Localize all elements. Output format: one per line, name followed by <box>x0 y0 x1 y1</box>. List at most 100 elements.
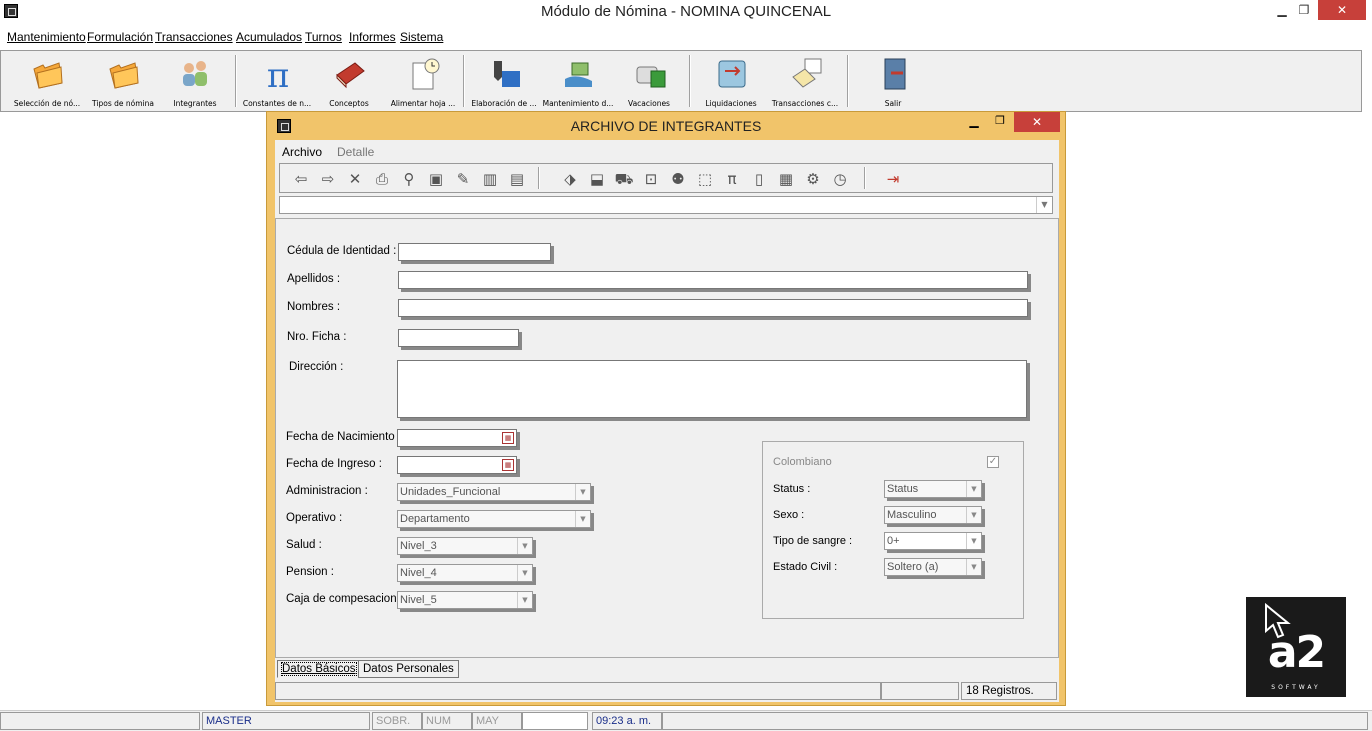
child-maximize-button[interactable]: ❐ <box>990 114 1010 127</box>
print-icon[interactable]: ⎙ <box>371 168 393 190</box>
toolbar-salir[interactable]: Salir <box>857 55 929 111</box>
toolbar-alimentar-hoja[interactable]: Alimentar hoja ... <box>387 55 459 111</box>
status-select[interactable]: Status ▼ <box>884 480 982 498</box>
toolbar-transacciones-c[interactable]: Transacciones c... <box>769 55 841 111</box>
status-panel <box>881 682 959 700</box>
record-combobox[interactable]: ▼ <box>279 196 1053 214</box>
chevron-down-icon[interactable]: ▼ <box>966 481 981 497</box>
edit-icon[interactable]: ✎ <box>452 168 474 190</box>
pi-icon: π <box>267 57 289 91</box>
money-hand-icon <box>565 62 592 87</box>
close-button[interactable]: ✕ <box>1318 0 1366 20</box>
caja-value: Nivel_5 <box>400 594 437 606</box>
administracion-select[interactable]: Unidades_Funcional ▼ <box>397 483 591 501</box>
menu-formulacion[interactable]: Formulación <box>87 30 153 44</box>
doc-clock-icon[interactable]: ◷ <box>829 168 851 190</box>
apellidos-label: Apellidos : <box>287 273 341 285</box>
sexo-value: Masculino <box>887 509 937 521</box>
pi-icon[interactable]: π <box>721 168 743 190</box>
cedula-input[interactable] <box>398 243 551 261</box>
datos-personales-group: Colombiano ✓ Status : Status ▼ Sexo : Ma… <box>762 441 1024 619</box>
toolbar-tipos-nomina[interactable]: Tipos de nómina <box>87 55 159 111</box>
status-sobr: SOBR. <box>372 712 422 730</box>
menu-transacciones[interactable]: Transacciones <box>155 30 233 44</box>
colombiano-checkbox[interactable]: ✓ <box>987 456 999 468</box>
calendar-icon[interactable]: ▦ <box>502 459 514 471</box>
doc-settings-icon[interactable]: ⚙ <box>802 168 824 190</box>
toolbar-constantes[interactable]: π Constantes de n... <box>241 55 313 111</box>
tool-icon[interactable]: ⬓ <box>586 168 608 190</box>
operativo-select[interactable]: Departamento ▼ <box>397 510 591 528</box>
salud-select[interactable]: Nivel_3 ▼ <box>397 537 533 555</box>
pension-select[interactable]: Nivel_4 ▼ <box>397 564 533 582</box>
menu-mantenimiento[interactable]: Mantenimiento <box>7 30 86 44</box>
toolbar-conceptos[interactable]: Conceptos <box>313 55 385 111</box>
chevron-down-icon[interactable]: ▼ <box>575 511 590 527</box>
child-menu-archivo[interactable]: Archivo <box>282 145 322 159</box>
toolbar-liquidaciones[interactable]: Liquidaciones <box>695 55 767 111</box>
search-icon[interactable]: ⚲ <box>398 168 420 190</box>
ficha-label: Nro. Ficha : <box>287 331 347 343</box>
menu-informes[interactable]: Informes <box>349 30 396 44</box>
arrow-right-icon[interactable]: ⇨ <box>317 168 339 190</box>
maximize-button[interactable]: ❐ <box>1290 0 1318 20</box>
save-icon[interactable]: ▤ <box>506 168 528 190</box>
tab-datos-basicos[interactable]: Datos Básicos <box>277 660 361 678</box>
tool-icon[interactable]: ⊡ <box>640 168 662 190</box>
toolbar-integrantes[interactable]: Integrantes <box>159 55 231 111</box>
nombres-input[interactable] <box>398 299 1028 317</box>
chevron-down-icon[interactable]: ▼ <box>966 533 981 549</box>
caja-select[interactable]: Nivel_5 ▼ <box>397 591 533 609</box>
cancel-icon[interactable]: ✕ <box>344 168 366 190</box>
fecha-ingreso-input[interactable]: ▦ <box>397 456 517 474</box>
calendar-icon <box>792 58 822 88</box>
status-value: Status <box>887 483 919 495</box>
sangre-select[interactable]: 0+ ▼ <box>884 532 982 550</box>
toolbar-separator <box>235 55 237 107</box>
child-close-button[interactable]: ✕ <box>1014 112 1060 132</box>
tool-icon[interactable]: ⬗ <box>559 168 581 190</box>
toolbar-elaboracion[interactable]: Elaboración de ... <box>468 55 540 111</box>
menu-turnos[interactable]: Turnos <box>305 30 342 44</box>
sexo-label: Sexo : <box>773 509 805 521</box>
child-minimize-button[interactable]: ▁ <box>964 114 984 128</box>
chevron-down-icon[interactable]: ▼ <box>517 538 532 554</box>
folder-icon <box>33 62 63 89</box>
datos-basicos-panel: Cédula de Identidad : Apellidos : Nombre… <box>275 218 1059 658</box>
direccion-textarea[interactable] <box>397 360 1027 418</box>
apellidos-input[interactable] <box>398 271 1028 289</box>
chevron-down-icon[interactable]: ▼ <box>1036 197 1052 213</box>
sexo-select[interactable]: Masculino ▼ <box>884 506 982 524</box>
menu-sistema[interactable]: Sistema <box>400 30 443 44</box>
tool-icon[interactable]: ⬚ <box>694 168 716 190</box>
menu-acumulados[interactable]: Acumulados <box>236 30 302 44</box>
fecha-nacimiento-input[interactable]: ▦ <box>397 429 517 447</box>
add-folder-icon[interactable]: ▣ <box>425 168 447 190</box>
tool-icon[interactable]: ⛟ <box>613 168 635 190</box>
calendar-icon[interactable]: ▦ <box>502 432 514 444</box>
toolbar-vacaciones[interactable]: Vacaciones <box>613 55 685 111</box>
chevron-down-icon[interactable]: ▼ <box>966 559 981 575</box>
tab-datos-personales[interactable]: Datos Personales <box>358 660 459 678</box>
child-menu-detalle[interactable]: Detalle <box>337 145 374 159</box>
toolbar-seleccion-nomina[interactable]: Selección de nó... <box>11 55 83 111</box>
civil-select[interactable]: Soltero (a) ▼ <box>884 558 982 576</box>
svg-text:π: π <box>267 57 289 91</box>
chevron-down-icon[interactable]: ▼ <box>966 507 981 523</box>
exit-door-icon[interactable]: ⇥ <box>882 168 904 190</box>
clipboard-icon[interactable]: ▦ <box>775 168 797 190</box>
operativo-label: Operativo : <box>286 512 343 524</box>
doc-icon[interactable]: ▯ <box>748 168 770 190</box>
chevron-down-icon[interactable]: ▼ <box>517 592 532 608</box>
toolbar-separator <box>689 55 691 107</box>
delete-icon[interactable]: ▥ <box>479 168 501 190</box>
arrow-left-icon[interactable]: ⇦ <box>290 168 312 190</box>
chevron-down-icon[interactable]: ▼ <box>517 565 532 581</box>
child-titlebar: ARCHIVO DE INTEGRANTES ▁ ❐ ✕ <box>267 112 1065 140</box>
chevron-down-icon[interactable]: ▼ <box>575 484 590 500</box>
ficha-input[interactable] <box>398 329 519 347</box>
tool-icon[interactable]: ⚉ <box>667 168 689 190</box>
toolbar-label: Constantes de n... <box>242 99 312 108</box>
toolbar-mantenimiento-d[interactable]: Mantenimiento d... <box>542 55 614 111</box>
registros-count: 18 Registros. <box>961 682 1057 700</box>
